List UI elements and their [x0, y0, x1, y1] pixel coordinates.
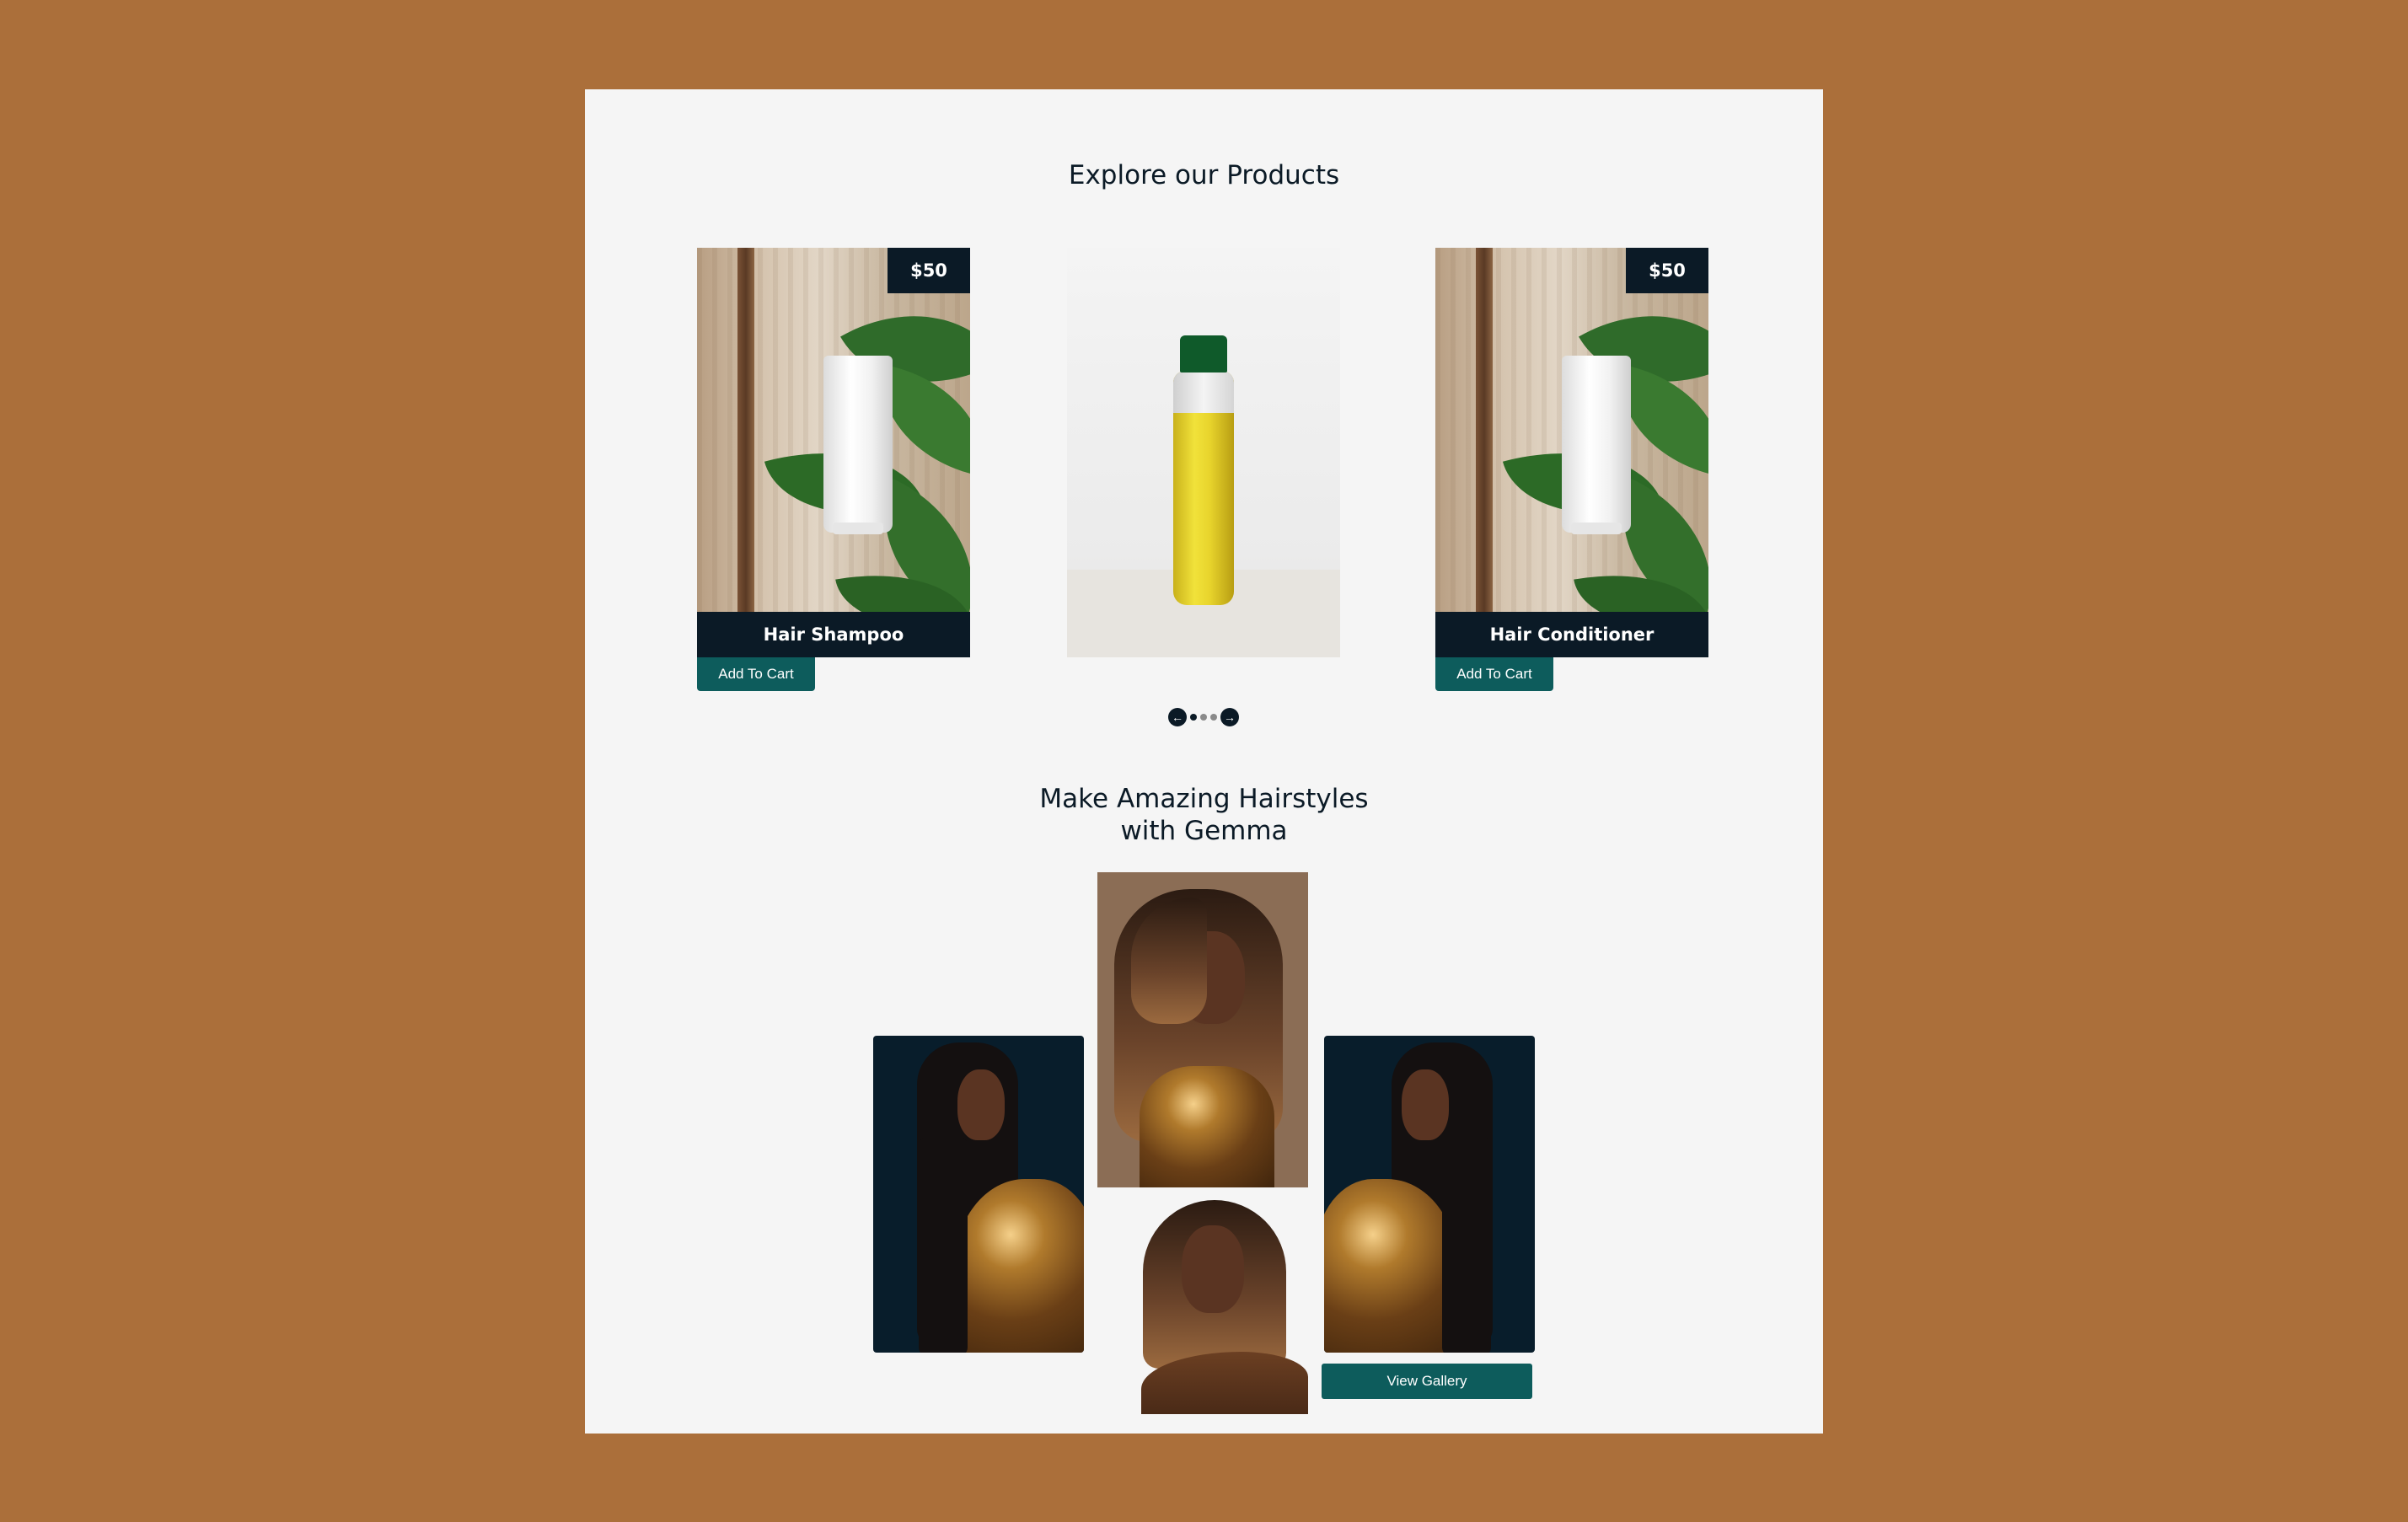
product-name: Hair Conditioner — [1435, 612, 1708, 657]
product-image-oil — [1067, 248, 1340, 657]
view-gallery-button[interactable]: View Gallery — [1322, 1364, 1532, 1399]
hairstyle-photo-center-top — [1097, 872, 1308, 1187]
page-panel: Explore our Products $50 Hair Shampoo Ad… — [585, 89, 1823, 1434]
add-to-cart-button-shampoo[interactable]: Add To Cart — [697, 657, 815, 691]
price-badge: $50 — [1626, 248, 1708, 293]
price-badge: $50 — [888, 248, 970, 293]
product-card-conditioner[interactable]: $50 Hair Conditioner — [1435, 248, 1708, 657]
carousel-controls: ← → — [1168, 708, 1239, 726]
arrow-right-icon[interactable]: → — [1220, 708, 1239, 726]
products-title: Explore our Products — [1068, 160, 1340, 190]
product-image-shampoo — [697, 248, 970, 657]
carousel-dot-1[interactable] — [1190, 714, 1197, 721]
hairstyle-photo-left — [873, 1036, 1084, 1353]
add-to-cart-button-conditioner[interactable]: Add To Cart — [1435, 657, 1553, 691]
product-card-shampoo[interactable]: $50 Hair Shampoo — [697, 248, 970, 657]
product-card-oil[interactable] — [1067, 248, 1340, 657]
product-image-conditioner — [1435, 248, 1708, 657]
product-name: Hair Shampoo — [697, 612, 970, 657]
carousel-dot-2[interactable] — [1200, 714, 1207, 721]
hairstyles-title-line2: with Gemma — [1120, 816, 1288, 846]
hairstyles-title-line1: Make Amazing Hairstyles — [1039, 784, 1369, 814]
hairstyles-title: Make Amazing Hairstyles with Gemma — [585, 783, 1823, 847]
arrow-left-icon[interactable]: ← — [1168, 708, 1187, 726]
carousel-dot-3[interactable] — [1210, 714, 1217, 721]
hairstyle-photo-center-bottom — [1124, 1200, 1308, 1414]
hairstyle-photo-right — [1324, 1036, 1535, 1353]
